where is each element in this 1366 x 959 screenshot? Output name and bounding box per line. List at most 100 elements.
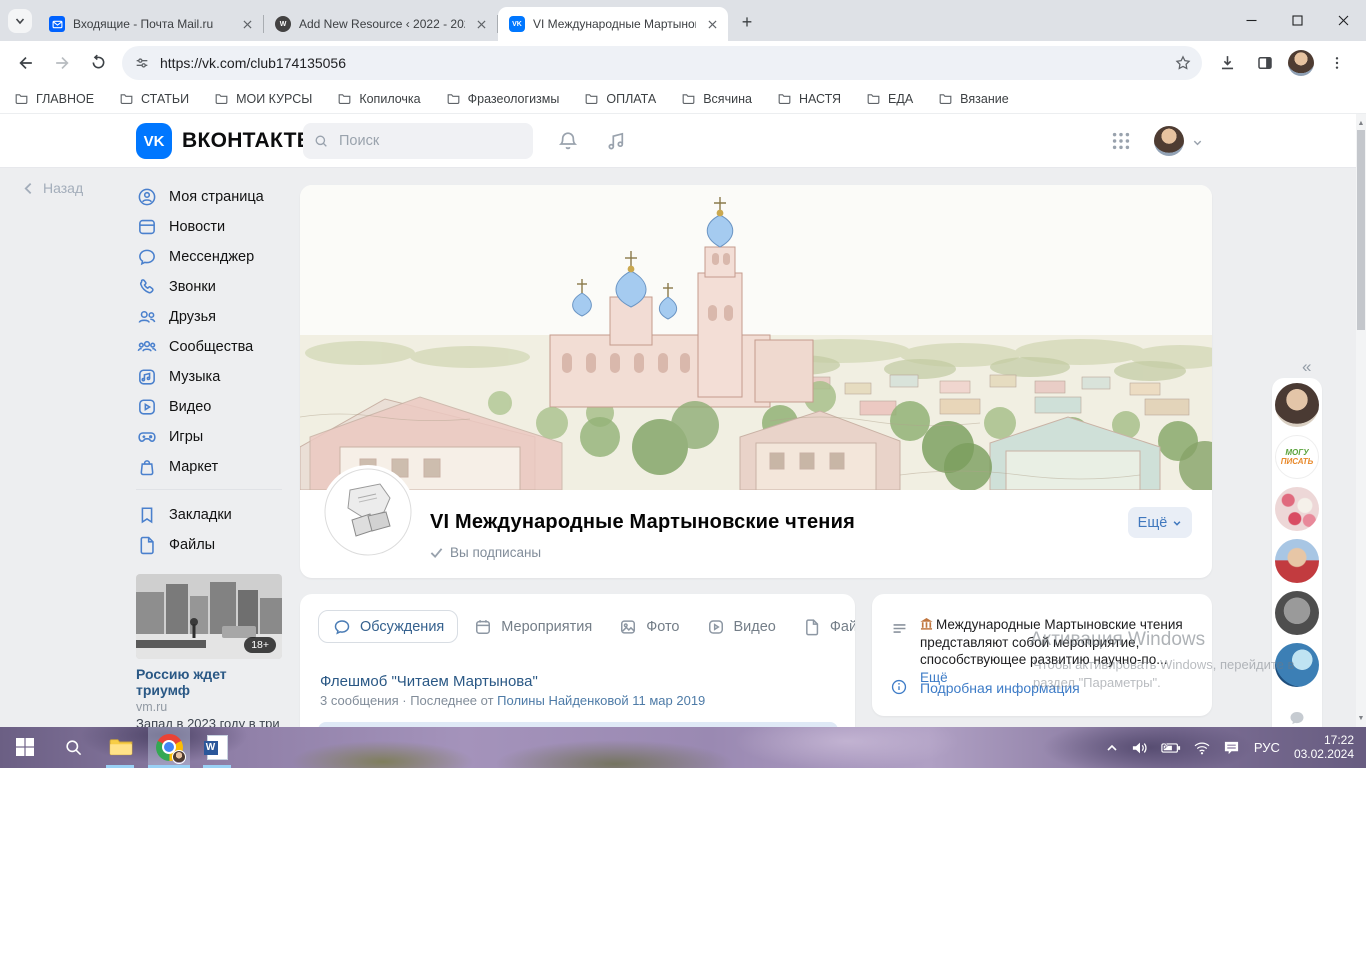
scroll-up-icon[interactable]: ▲: [1356, 116, 1366, 130]
tab-photos[interactable]: Фото: [618, 617, 679, 637]
reload-icon[interactable]: [82, 47, 114, 79]
start-button[interactable]: [8, 729, 42, 765]
search-icon: [313, 133, 329, 149]
vk-profile-avatar[interactable]: [1154, 126, 1184, 156]
phone-icon: [136, 276, 158, 298]
sidebar-item-friends[interactable]: Друзья: [136, 302, 288, 332]
friend-avatar-mogu-pisat[interactable]: МОГУПИСАТЬ: [1275, 435, 1319, 479]
sidebar-item-calls[interactable]: Звонки: [136, 272, 288, 302]
scrollbar[interactable]: ▲ ▼: [1356, 114, 1366, 727]
sidebar-item-music[interactable]: Музыка: [136, 362, 288, 392]
close-button[interactable]: [1320, 0, 1366, 41]
scrollbar-thumb[interactable]: [1357, 130, 1365, 330]
discussion-topic-title[interactable]: Флешмоб "Читаем Мартынова": [320, 673, 538, 690]
battery-icon[interactable]: [1161, 741, 1181, 755]
community-cover-image[interactable]: [300, 185, 1212, 490]
vk-logo-icon[interactable]: VK: [136, 123, 172, 159]
friend-avatar[interactable]: [1275, 487, 1319, 531]
tab-events[interactable]: Мероприятия: [473, 617, 592, 637]
url-text[interactable]: https://vk.com/club174135056: [160, 55, 1174, 71]
taskbar-chrome-icon[interactable]: [151, 729, 187, 765]
tab-close-icon[interactable]: [239, 16, 255, 32]
browser-tab-vk-active[interactable]: VK VI Международные Мартыновские чтения: [498, 7, 728, 41]
sidebar-item-messenger[interactable]: Мессенджер: [136, 242, 288, 272]
ad-image[interactable]: 18+: [136, 574, 282, 659]
bookmark-folder[interactable]: Всячина: [681, 91, 752, 106]
system-tray: РУС 17:22 03.02.2024: [1099, 727, 1366, 768]
bookmark-folder[interactable]: ГЛАВНОЕ: [14, 91, 94, 106]
side-panel-icon[interactable]: [1250, 48, 1280, 78]
maximize-button[interactable]: [1274, 0, 1320, 41]
bookmark-folder[interactable]: МОИ КУРСЫ: [214, 91, 312, 106]
browser-tab-wordpress[interactable]: W Add New Resource ‹ 2022 - 2023: [264, 7, 497, 41]
friend-avatar[interactable]: [1275, 591, 1319, 635]
download-icon[interactable]: [1212, 48, 1242, 78]
action-center-icon[interactable]: [1223, 740, 1240, 756]
friend-avatar[interactable]: [1275, 643, 1319, 687]
sidebar-item-news[interactable]: Новости: [136, 212, 288, 242]
search-input[interactable]: [337, 132, 497, 150]
language-indicator[interactable]: РУС: [1254, 740, 1280, 755]
window-controls: [1228, 0, 1366, 41]
bookmark-star-icon[interactable]: [1174, 54, 1192, 72]
bookmark-folder[interactable]: Вязание: [938, 91, 1009, 106]
hidden-icons-chevron-icon[interactable]: [1105, 741, 1119, 755]
new-tab-button[interactable]: +: [734, 9, 760, 35]
taskbar-word-icon[interactable]: W: [200, 729, 234, 765]
discussion-topic-meta: 3 сообщения · Последнее от Полины Найден…: [320, 693, 705, 708]
community-avatar[interactable]: [324, 468, 412, 556]
forward-icon[interactable]: [46, 47, 78, 79]
detailed-info-link[interactable]: Подробная информация: [920, 680, 1080, 696]
sidebar-item-my-page[interactable]: Моя страница: [136, 182, 288, 212]
video-icon: [136, 396, 158, 418]
sidebar-item-bookmarks[interactable]: Закладки: [136, 500, 288, 530]
collapse-rail-icon[interactable]: «: [1300, 355, 1313, 379]
vk-search-box[interactable]: [303, 123, 533, 159]
bookmark-folder[interactable]: Фразеологизмы: [446, 91, 560, 106]
ad-block[interactable]: 18+ Россию ждет триумф vm.ru Запад в 202…: [136, 574, 282, 727]
address-bar[interactable]: https://vk.com/club174135056: [122, 46, 1202, 80]
file-icon: [136, 534, 158, 556]
bookmark-folder[interactable]: ОПЛАТА: [584, 91, 656, 106]
tab-discussions[interactable]: Обсуждения: [318, 610, 458, 643]
messages-bubble-icon[interactable]: [1287, 708, 1307, 727]
sidebar-item-files[interactable]: Файлы: [136, 530, 288, 560]
back-link[interactable]: Назад: [22, 180, 83, 196]
browser-profile-avatar[interactable]: [1288, 50, 1314, 76]
tab-list-chevron-icon[interactable]: [8, 9, 32, 33]
bookmark-folder[interactable]: СТАТЬИ: [119, 91, 189, 106]
taskbar-search-icon[interactable]: [56, 729, 90, 765]
sidebar-item-communities[interactable]: Сообщества: [136, 332, 288, 362]
music-icon[interactable]: [604, 129, 628, 153]
bookmark-folder[interactable]: Копилочка: [337, 91, 420, 106]
friend-avatar[interactable]: [1275, 383, 1319, 427]
profile-chevron-icon[interactable]: [1192, 137, 1203, 148]
volume-icon[interactable]: [1131, 740, 1149, 756]
bookmark-folder[interactable]: НАСТЯ: [777, 91, 841, 106]
apps-grid-icon[interactable]: [1110, 130, 1132, 152]
bookmark-folder[interactable]: ЕДА: [866, 91, 913, 106]
tab-videos[interactable]: Видео: [706, 617, 776, 637]
tab-files[interactable]: Файлы: [802, 617, 855, 637]
scroll-down-icon[interactable]: ▼: [1356, 711, 1366, 725]
sidebar-item-games[interactable]: Игры: [136, 422, 288, 452]
back-icon[interactable]: [10, 47, 42, 79]
wifi-icon[interactable]: [1193, 741, 1211, 755]
sidebar-item-market[interactable]: Маркет: [136, 452, 288, 482]
tab-close-icon[interactable]: [473, 16, 489, 32]
sidebar-item-video[interactable]: Видео: [136, 392, 288, 422]
file-explorer-icon[interactable]: [104, 729, 138, 765]
site-settings-icon[interactable]: [134, 55, 150, 71]
tab-close-icon[interactable]: [704, 16, 720, 32]
notifications-bell-icon[interactable]: [556, 129, 580, 153]
community-more-button[interactable]: Ещё: [1128, 507, 1192, 538]
ad-title[interactable]: Россию ждет триумф: [136, 666, 282, 698]
building-icon: [920, 618, 933, 630]
browser-menu-icon[interactable]: [1322, 48, 1352, 78]
vk-wordmark[interactable]: ВКОНТАКТЕ: [182, 129, 311, 153]
browser-tab-mail[interactable]: Входящие - Почта Mail.ru: [38, 7, 263, 41]
taskbar-clock[interactable]: 17:22 03.02.2024: [1294, 734, 1354, 761]
topic-last-author-link[interactable]: Полины Найденковой 11 мар 2019: [497, 693, 705, 708]
minimize-button[interactable]: [1228, 0, 1274, 41]
friend-avatar[interactable]: [1275, 539, 1319, 583]
